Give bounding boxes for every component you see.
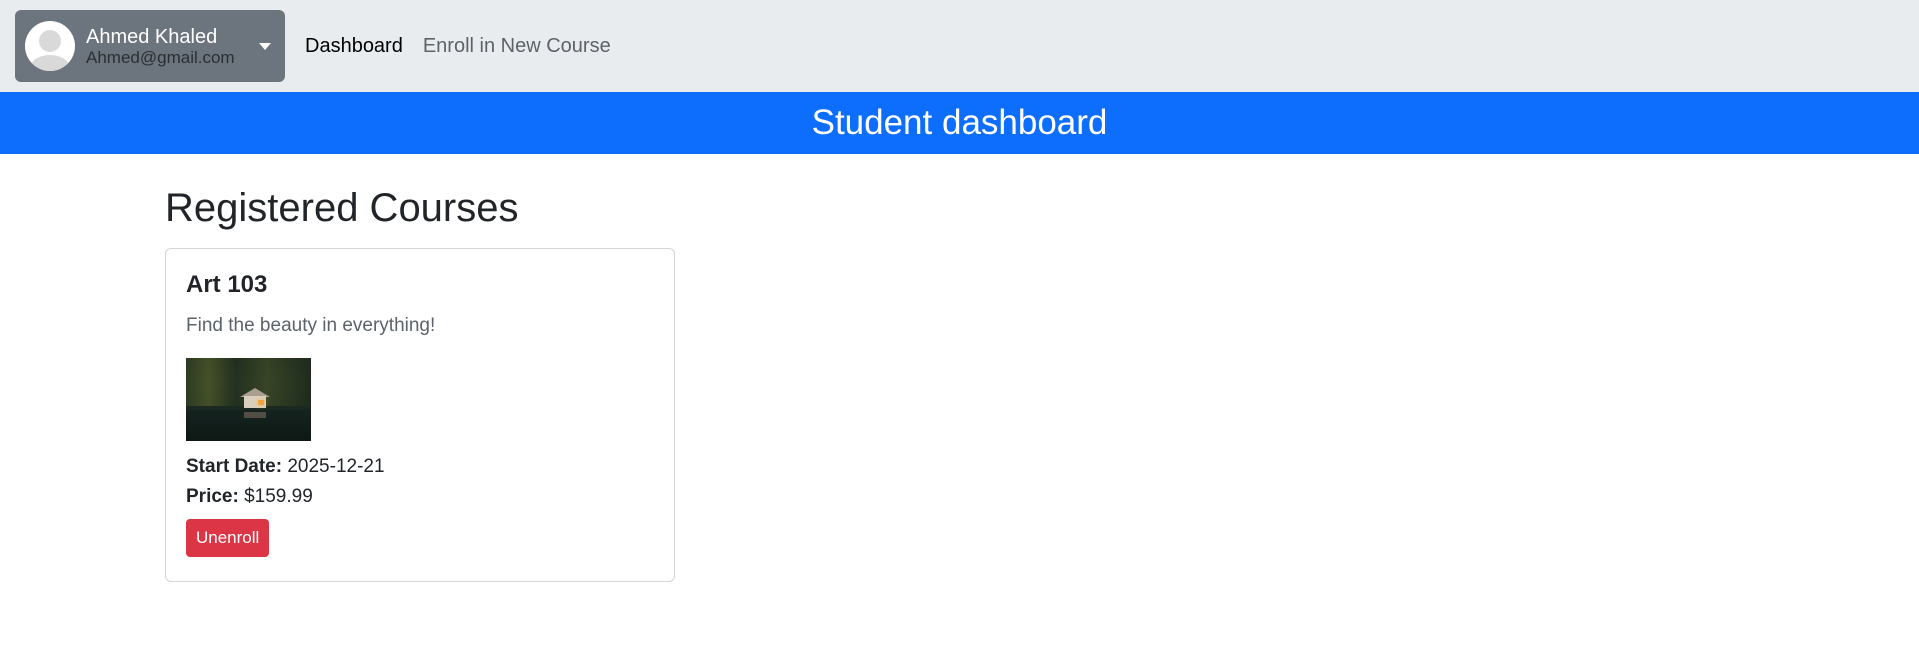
user-info: Ahmed Khaled Ahmed@gmail.com (86, 27, 235, 66)
price-row: Price: $159.99 (186, 487, 654, 506)
nav-link-dashboard[interactable]: Dashboard (305, 35, 403, 58)
start-date-value: 2025-12-21 (287, 456, 385, 477)
caret-down-icon[interactable] (259, 43, 271, 50)
start-date-row: Start Date: 2025-12-21 (186, 457, 654, 476)
course-title: Art 103 (186, 271, 268, 298)
course-description: Find the beauty in everything! (186, 315, 436, 336)
main-content: Registered Courses Art 103 Find the beau… (0, 154, 1919, 582)
page-title: Student dashboard (811, 103, 1108, 142)
course-card: Art 103 Find the beauty in everything! S… (165, 248, 675, 582)
section-title: Registered Courses (165, 186, 519, 230)
nav-link-enroll-new-course[interactable]: Enroll in New Course (423, 35, 611, 58)
top-navbar: Ahmed Khaled Ahmed@gmail.com Dashboard E… (0, 0, 1919, 92)
course-meta: Start Date: 2025-12-21 Price: $159.99 (186, 457, 654, 506)
nav-links: Dashboard Enroll in New Course (305, 35, 631, 58)
user-email: Ahmed@gmail.com (86, 47, 235, 67)
user-menu-dropdown[interactable]: Ahmed Khaled Ahmed@gmail.com (15, 10, 285, 82)
course-image (186, 358, 311, 441)
user-avatar-icon (25, 21, 75, 71)
user-name: Ahmed Khaled (86, 25, 218, 48)
unenroll-button[interactable]: Unenroll (186, 519, 270, 557)
price-value: $159.99 (244, 486, 313, 507)
page-banner: Student dashboard (0, 92, 1919, 154)
price-label: Price: (186, 486, 239, 507)
start-date-label: Start Date: (186, 456, 283, 477)
